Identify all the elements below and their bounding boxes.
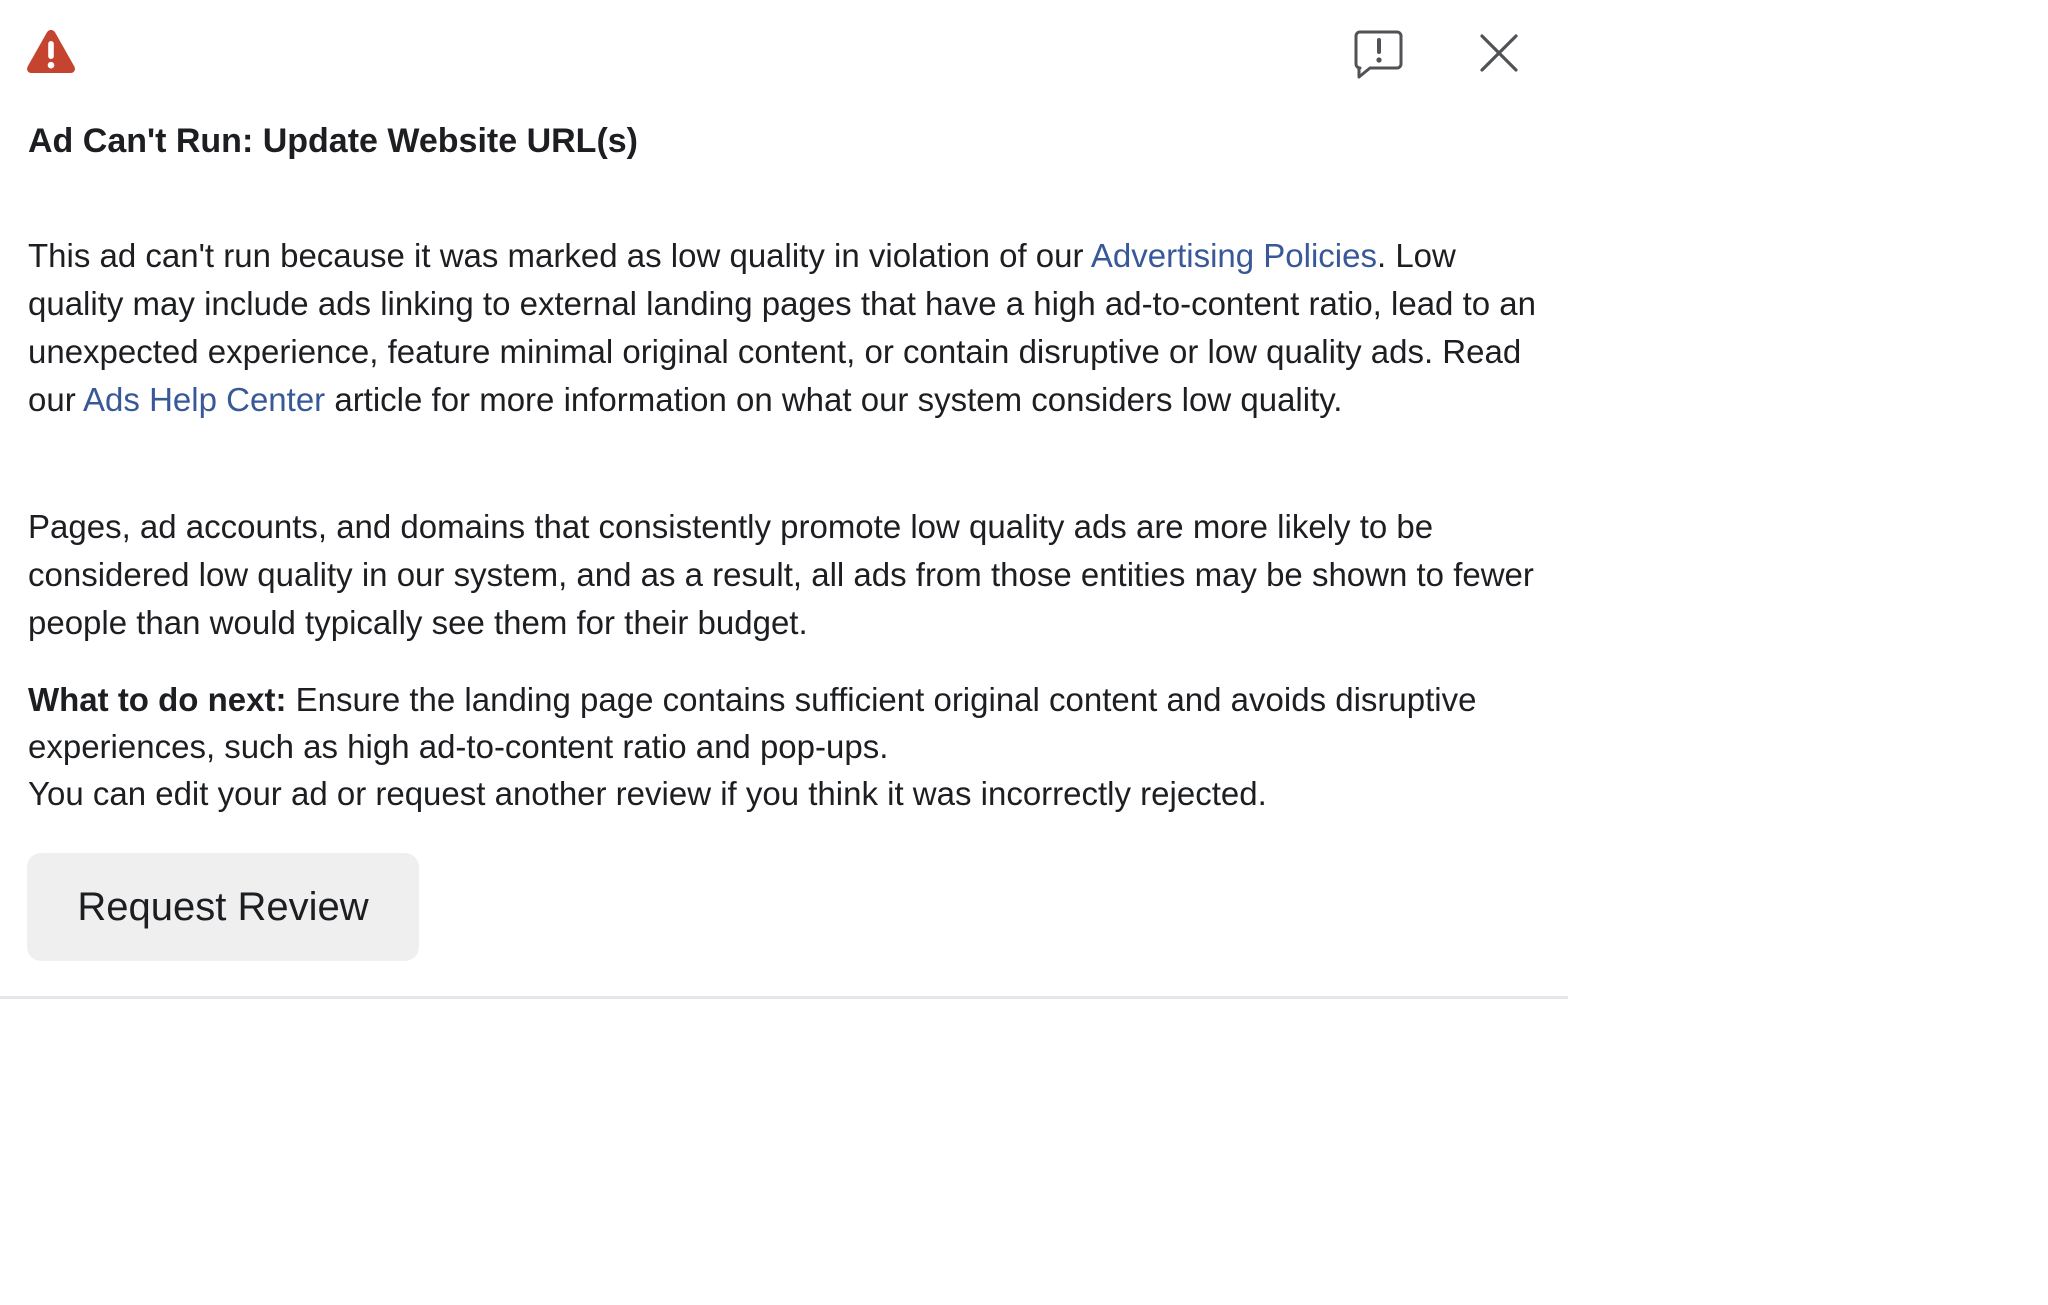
rejection-reason-paragraph: This ad can't run because it was marked … xyxy=(28,232,1538,424)
request-review-button[interactable]: Request Review xyxy=(27,853,419,961)
ad-rejection-panel: Ad Can't Run: Update Website URL(s) This… xyxy=(0,0,1568,999)
close-icon xyxy=(1480,34,1518,72)
report-feedback-button[interactable] xyxy=(1350,26,1408,80)
close-button[interactable] xyxy=(1474,30,1524,76)
reason-text-start: This ad can't run because it was marked … xyxy=(28,237,1091,274)
next-steps-paragraph: What to do next: Ensure the landing page… xyxy=(28,676,1538,817)
next-steps-label: What to do next: xyxy=(28,681,287,718)
reason-text-end: article for more information on what our… xyxy=(325,381,1343,418)
advertising-policies-link[interactable]: Advertising Policies xyxy=(1091,237,1377,274)
warning-triangle-icon xyxy=(27,30,75,73)
low-quality-consequence-paragraph: Pages, ad accounts, and domains that con… xyxy=(28,508,1534,641)
ads-help-center-link[interactable]: Ads Help Center xyxy=(83,381,325,418)
edit-or-review-text: You can edit your ad or request another … xyxy=(28,775,1267,812)
report-feedback-icon xyxy=(1354,30,1403,79)
page-title: Ad Can't Run: Update Website URL(s) xyxy=(28,122,639,160)
